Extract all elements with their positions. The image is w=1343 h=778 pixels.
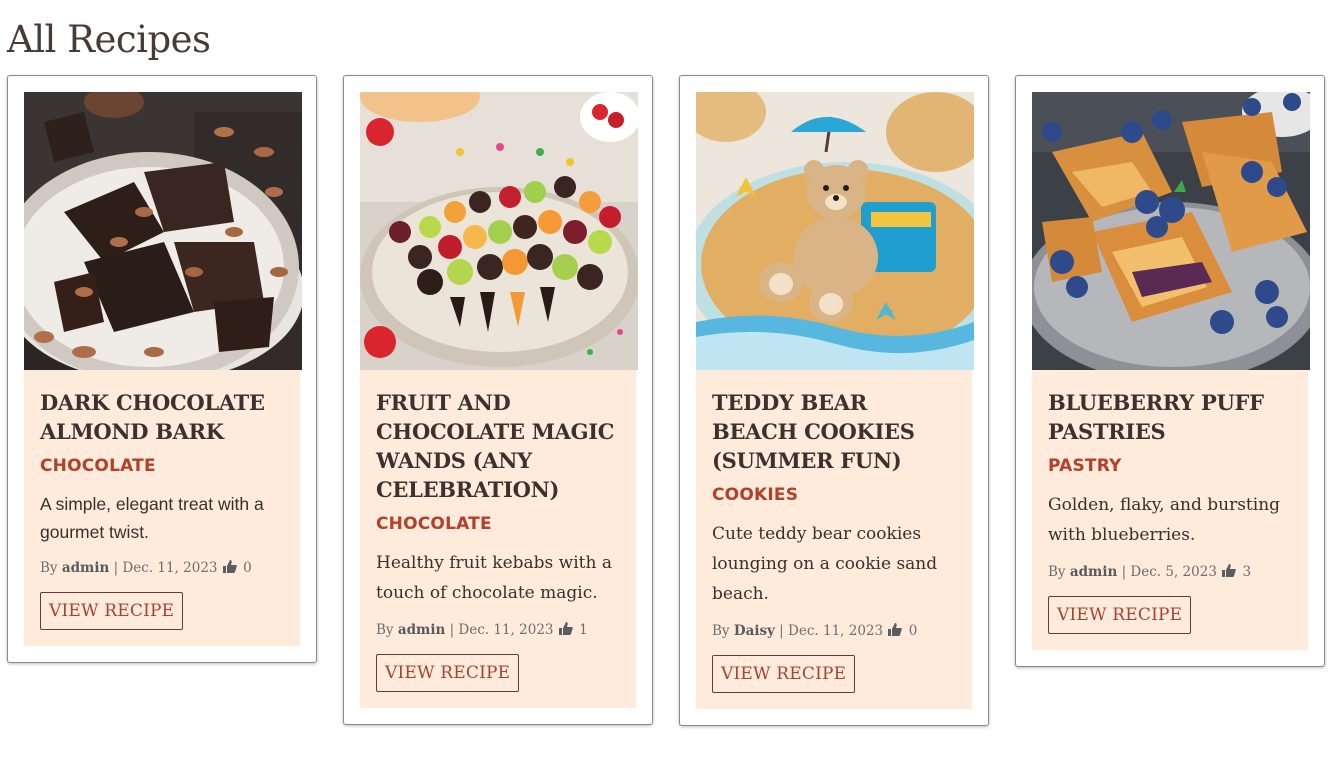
recipe-description: A simple, elegant treat with a gourmet t… [40,494,264,542]
recipe-meta: By admin | Dec. 5, 2023 3 [1048,564,1252,580]
by-label: By [712,623,730,639]
recipe-meta: By admin | Dec. 11, 2023 0 [40,560,252,576]
recipe-card: Fruit and Chocolate Magic Wands (Any Cel… [343,75,653,725]
recipe-author: admin [397,622,446,638]
like-count: 0 [243,560,252,576]
view-recipe-button[interactable]: View Recipe [376,654,520,692]
recipe-date: Dec. 11, 2023 [122,560,218,576]
recipe-image[interactable] [696,92,974,370]
thumbs-up-icon [222,560,237,573]
card-body: Dark Chocolate Almond Bark Chocolate A s… [24,370,300,646]
recipe-description: Healthy fruit kebabs with a touch of cho… [376,553,612,603]
card-body: Fruit and Chocolate Magic Wands (Any Cel… [360,370,636,708]
recipe-card: Blueberry Puff Pastries Pastry Golden, f… [1015,75,1325,667]
recipe-category: Pastry [1048,456,1122,476]
recipe-card-inner: Teddy Bear Beach Cookies (Summer Fun) Co… [696,92,974,709]
thumbs-up-icon [888,623,903,636]
recipe-image[interactable] [360,92,638,370]
view-recipe-button[interactable]: View Recipe [712,655,856,693]
page-title: All Recipes [7,18,211,61]
recipe-image[interactable] [1032,92,1310,370]
recipe-card-inner: Blueberry Puff Pastries Pastry Golden, f… [1032,92,1310,650]
recipe-category: Chocolate [376,514,492,534]
thumbs-up-icon [558,622,573,635]
recipe-image[interactable] [24,92,302,370]
recipe-description: Golden, flaky, and bursting with blueber… [1048,495,1281,545]
recipe-author: admin [61,560,110,576]
by-label: By [376,622,394,638]
recipe-title[interactable]: Teddy Bear Beach Cookies (Summer Fun) [712,388,956,475]
recipe-title[interactable]: Fruit and Chocolate Magic Wands (Any Cel… [376,388,620,504]
recipe-date: Dec. 11, 2023 [458,622,554,638]
recipe-card: Dark Chocolate Almond Bark Chocolate A s… [7,75,317,663]
card-body: Blueberry Puff Pastries Pastry Golden, f… [1032,370,1308,650]
recipe-author: Daisy [733,623,775,639]
by-label: By [1048,564,1066,580]
recipe-date: Dec. 11, 2023 [788,623,884,639]
recipe-description: Cute teddy bear cookies lounging on a co… [712,524,938,604]
view-recipe-button[interactable]: View Recipe [1048,596,1192,634]
recipe-category: Cookies [712,485,799,505]
recipe-author: admin [1069,564,1118,580]
recipe-card-inner: Dark Chocolate Almond Bark Chocolate A s… [24,92,302,646]
like-count: 1 [579,622,588,638]
like-count: 3 [1242,564,1252,580]
recipe-meta: By Daisy | Dec. 11, 2023 0 [712,623,918,639]
card-body: Teddy Bear Beach Cookies (Summer Fun) Co… [696,370,972,709]
recipe-title[interactable]: Blueberry Puff Pastries [1048,388,1292,446]
recipe-date: Dec. 5, 2023 [1130,564,1217,580]
recipe-card: Teddy Bear Beach Cookies (Summer Fun) Co… [679,75,989,726]
recipe-card-inner: Fruit and Chocolate Magic Wands (Any Cel… [360,92,638,708]
recipe-meta: By admin | Dec. 11, 2023 1 [376,622,588,638]
like-count: 0 [908,623,918,639]
thumbs-up-icon [1222,564,1237,577]
by-label: By [40,560,58,576]
view-recipe-button[interactable]: View Recipe [40,592,184,630]
recipe-title[interactable]: Dark Chocolate Almond Bark [40,388,284,446]
recipe-category: Chocolate [40,456,156,476]
